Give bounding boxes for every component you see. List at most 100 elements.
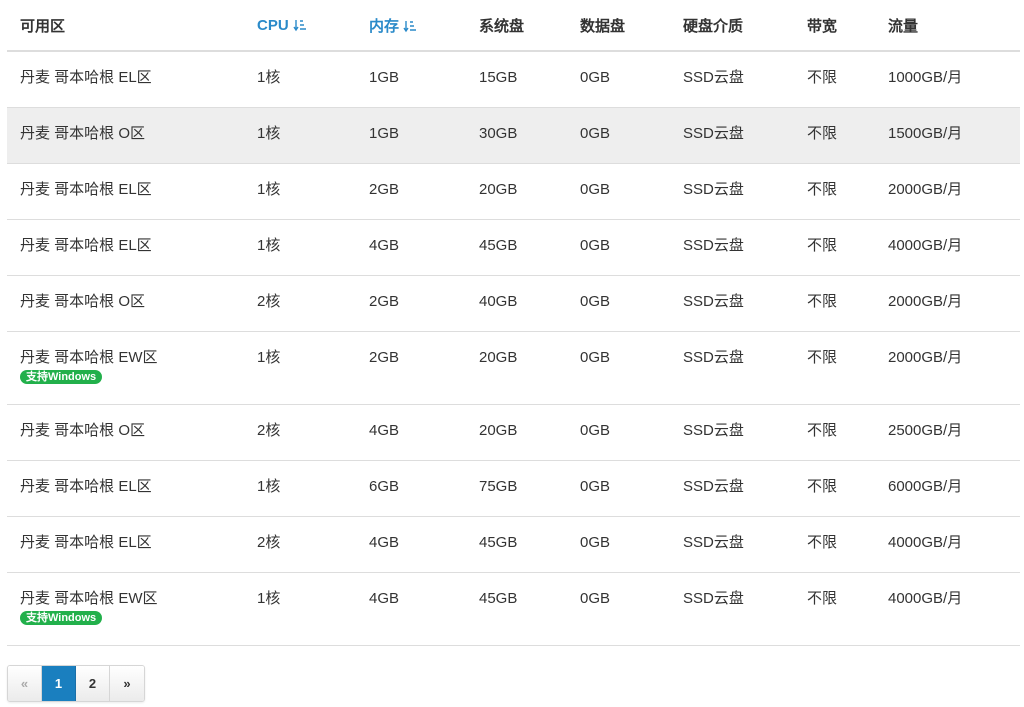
disk-medium-cell: SSD云盘 [670, 404, 794, 461]
zone-cell: 丹麦 哥本哈根 EL区 [7, 460, 244, 517]
disk-medium-cell-text: SSD云盘 [683, 533, 744, 551]
table-row: 丹麦 哥本哈根 EL区 1核 4GB 45GB 0GB SSD云盘 不限 4000GB/月 [7, 219, 1020, 276]
next-page-button[interactable]: » [110, 666, 144, 701]
traffic-cell-text: 4000GB/月 [888, 589, 963, 607]
disk-medium-cell-text: SSD云盘 [683, 180, 744, 198]
bandwidth-cell-text: 不限 [807, 124, 838, 142]
memory-cell-text: 1GB [369, 69, 400, 86]
traffic-cell: 2500GB/月 [875, 404, 1020, 461]
traffic-cell: 2000GB/月 [875, 275, 1020, 332]
memory-cell-text: 4GB [369, 533, 400, 551]
system-disk-cell: 20GB [466, 163, 567, 220]
memory-cell: 1GB [356, 51, 466, 108]
disk-medium-cell: SSD云盘 [670, 51, 794, 108]
data-disk-cell: 0GB [567, 460, 670, 517]
disk-medium-cell-text: SSD云盘 [683, 236, 744, 254]
system-disk-cell: 40GB [466, 275, 567, 332]
data-disk-cell: 0GB [567, 219, 670, 276]
zone-cell-text: 丹麦 哥本哈根 EW区 [20, 589, 158, 607]
cpu-cell-text: 1核 [257, 180, 281, 198]
memory-cell-text: 2GB [369, 292, 400, 310]
data-disk-cell-text: 0GB [580, 421, 611, 439]
system-disk-cell: 45GB [466, 219, 567, 276]
cpu-cell: 1核 [244, 572, 356, 646]
disk-medium-cell: SSD云盘 [670, 163, 794, 220]
data-disk-cell: 0GB [567, 572, 670, 646]
table-row: 丹麦 哥本哈根 O区 2核 4GB 20GB 0GB SSD云盘 不限 2500GB/月 [7, 404, 1020, 461]
zone-cell-text: 丹麦 哥本哈根 EL区 [20, 69, 152, 86]
prev-page-button[interactable]: « [8, 666, 42, 701]
zone-cell: 丹麦 哥本哈根 EL区 [7, 516, 244, 573]
disk-medium-cell-text: SSD云盘 [683, 348, 744, 366]
traffic-cell-text: 2500GB/月 [888, 421, 963, 439]
system-disk-cell-text: 20GB [479, 348, 518, 366]
cpu-cell: 1核 [244, 107, 356, 164]
bandwidth-cell-text: 不限 [807, 477, 838, 495]
zone-cell: 丹麦 哥本哈根 EL区 [7, 51, 244, 108]
table-row: 丹麦 哥本哈根 EW区 支持Windows 1核 4GB 45GB 0GB SSD云盘 不限 4… [7, 572, 1020, 646]
page-1-button[interactable]: 1 [42, 666, 76, 701]
data-disk-cell: 0GB [567, 404, 670, 461]
zone-cell-text: 丹麦 哥本哈根 O区 [20, 421, 146, 439]
cpu-cell: 1核 [244, 460, 356, 517]
traffic-cell: 4000GB/月 [875, 516, 1020, 573]
traffic-cell-text: 6000GB/月 [888, 477, 963, 495]
sort-desc-icon [293, 19, 306, 31]
table-row: 丹麦 哥本哈根 EL区 1核 1GB 15GB 0GB SSD云盘 不限 1000GB/月 [7, 51, 1020, 108]
bandwidth-cell: 不限 [794, 219, 875, 276]
data-disk-cell: 0GB [567, 275, 670, 332]
data-disk-cell-text: 0GB [580, 124, 611, 142]
data-disk-cell-text: 0GB [580, 69, 611, 86]
data-disk-cell: 0GB [567, 51, 670, 108]
data-disk-cell: 0GB [567, 331, 670, 405]
header-bandwidth: 带宽 [794, 0, 875, 52]
disk-medium-cell: SSD云盘 [670, 219, 794, 276]
data-disk-cell-text: 0GB [580, 533, 611, 551]
data-disk-cell-text: 0GB [580, 180, 611, 198]
cpu-cell: 2核 [244, 404, 356, 461]
pagination: « 1 2 » [7, 665, 145, 702]
bandwidth-cell-text: 不限 [807, 421, 838, 439]
traffic-cell-text: 4000GB/月 [888, 236, 963, 254]
cpu-cell: 1核 [244, 219, 356, 276]
disk-medium-cell-text: SSD云盘 [683, 69, 744, 86]
system-disk-cell-text: 75GB [479, 477, 518, 495]
cpu-cell: 1核 [244, 51, 356, 108]
header-system-disk: 系统盘 [466, 0, 567, 52]
cpu-cell-text: 1核 [257, 124, 281, 142]
memory-cell: 2GB [356, 275, 466, 332]
bandwidth-cell-text: 不限 [807, 180, 838, 198]
header-zone: 可用区 [7, 0, 244, 52]
zone-cell-text: 丹麦 哥本哈根 EL区 [20, 236, 152, 254]
cpu-cell-text: 1核 [257, 69, 281, 86]
header-cpu[interactable]: CPU [244, 0, 356, 52]
memory-cell-text: 1GB [369, 124, 400, 142]
disk-medium-cell-text: SSD云盘 [683, 124, 744, 142]
table-row: 丹麦 哥本哈根 EL区 1核 6GB 75GB 0GB SSD云盘 不限 6000GB/月 [7, 460, 1020, 517]
traffic-cell: 1500GB/月 [875, 107, 1020, 164]
system-disk-cell: 15GB [466, 51, 567, 108]
memory-cell: 2GB [356, 331, 466, 405]
bandwidth-cell: 不限 [794, 107, 875, 164]
zone-cell-text: 丹麦 哥本哈根 EW区 [20, 348, 158, 366]
cpu-cell: 2核 [244, 275, 356, 332]
bandwidth-cell-text: 不限 [807, 236, 838, 254]
cpu-cell: 2核 [244, 516, 356, 573]
traffic-cell-text: 2000GB/月 [888, 348, 963, 366]
disk-medium-cell-text: SSD云盘 [683, 477, 744, 495]
bandwidth-cell: 不限 [794, 275, 875, 332]
disk-medium-cell: SSD云盘 [670, 331, 794, 405]
cpu-cell: 1核 [244, 331, 356, 405]
cpu-cell-text: 1核 [257, 236, 281, 254]
disk-medium-cell: SSD云盘 [670, 107, 794, 164]
system-disk-cell: 75GB [466, 460, 567, 517]
data-disk-cell: 0GB [567, 516, 670, 573]
bandwidth-cell-text: 不限 [807, 348, 838, 366]
disk-medium-cell: SSD云盘 [670, 516, 794, 573]
windows-support-badge: 支持Windows [20, 369, 103, 384]
bandwidth-cell-text: 不限 [807, 533, 838, 551]
header-memory[interactable]: 内存 [356, 0, 466, 52]
page-2-button[interactable]: 2 [76, 666, 110, 701]
data-disk-cell: 0GB [567, 107, 670, 164]
table-header: 可用区 CPU 内存 系统盘 数据盘 硬盘介质 带宽 流量 [7, 0, 1020, 52]
